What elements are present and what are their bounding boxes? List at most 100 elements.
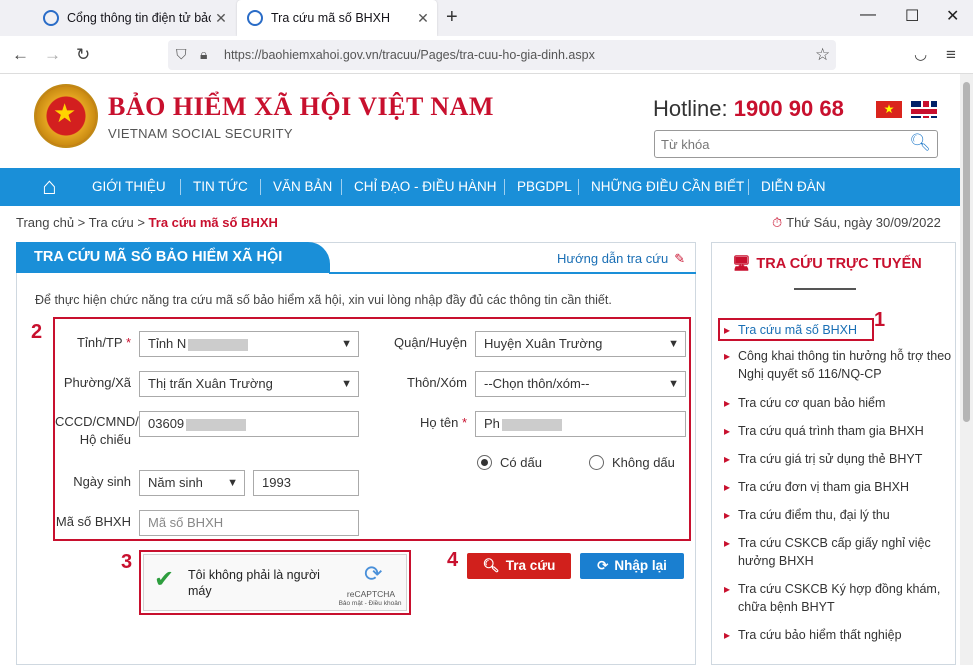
site-favicon-icon	[43, 10, 59, 26]
menu-item-introduction[interactable]: GIỚI THIỆU	[92, 168, 166, 206]
monitor-icon: 🖥︎	[732, 256, 751, 272]
clock-icon: ⏱	[772, 215, 783, 230]
sidebar-item-ssn-lookup[interactable]: Tra cứu mã số BHXH	[724, 321, 952, 339]
close-window-icon[interactable]: ✕	[946, 6, 959, 26]
recaptcha-brand: reCAPTCHA	[346, 589, 396, 599]
id-number-input[interactable]: 03609	[139, 411, 359, 437]
sidebar-item-support-disclosure[interactable]: Công khai thông tin hưởng hỗ trợ theo Ng…	[724, 347, 952, 383]
search-input[interactable]	[655, 131, 905, 157]
accent-off-radio[interactable]: Không dấu	[589, 455, 675, 470]
province-label: Tỉnh/TP *	[77, 335, 131, 350]
new-tab-icon[interactable]: +	[446, 6, 458, 29]
breadcrumb-lookup[interactable]: Tra cứu >	[89, 215, 145, 230]
sidebar-item-contract-facilities[interactable]: Tra cứu CSKCB Ký hợp đồng khám, chữa bện…	[724, 580, 952, 616]
browser-tab-bar: Cổng thông tin điện tử bảo hiểm ✕ Tra cứ…	[0, 0, 973, 36]
fullname-label: Họ tên *	[420, 415, 467, 430]
ssn-input[interactable]: Mã số BHXH	[139, 510, 359, 536]
close-tab-icon[interactable]: ✕	[211, 10, 231, 27]
shield-icon[interactable]: ⛉	[176, 46, 187, 63]
step-number-3: 3	[121, 551, 133, 573]
search-icon[interactable]: 🔍︎	[909, 133, 931, 153]
panel-title: TRA CỨU MÃ SỐ BẢO HIỂM XÃ HỘI	[16, 242, 330, 273]
lookup-guide-link[interactable]: Hướng dẫn tra cứu ✎	[557, 251, 685, 267]
village-label: Thôn/Xóm	[407, 375, 467, 390]
lookup-panel: TRA CỨU MÃ SỐ BẢO HIỂM XÃ HỘI Hướng dẫn …	[16, 242, 696, 665]
ward-select[interactable]: Thị trấn Xuân Trường ▼	[139, 371, 359, 397]
lock-icon[interactable]: 🔒︎	[200, 46, 207, 63]
district-label: Quận/Huyện	[394, 335, 467, 350]
close-tab-icon[interactable]: ✕	[413, 10, 433, 27]
menu-item-forum[interactable]: DIỄN ĐÀN	[761, 168, 826, 206]
breadcrumb-home[interactable]: Trang chủ >	[16, 215, 85, 230]
scrollbar-thumb[interactable]	[963, 82, 970, 422]
edit-note-icon: ✎	[674, 251, 686, 266]
menu-hamburger-icon[interactable]: ≡	[946, 45, 956, 65]
recaptcha-text[interactable]: Tôi không phải là người máy	[188, 567, 328, 599]
site-favicon-icon	[247, 10, 263, 26]
site-search: 🔍︎	[654, 130, 938, 158]
sidebar-item-unemployment-insurance[interactable]: Tra cứu bảo hiểm thất nghiệp	[724, 626, 952, 644]
browser-nav-bar: ← → ↻ ⛉ 🔒︎ https://baohiemxahoi.gov.vn/t…	[0, 36, 973, 74]
sidebar-item-collection-points[interactable]: Tra cứu điểm thu, đại lý thu	[724, 506, 952, 524]
national-emblem-icon	[34, 84, 98, 148]
menu-item-news[interactable]: TIN TỨC	[193, 168, 248, 206]
uk-flag-icon[interactable]	[911, 101, 937, 118]
home-icon[interactable]: ⌂	[42, 173, 57, 201]
menu-item-need-to-know[interactable]: NHỮNG ĐIỀU CẦN BIẾT	[591, 168, 744, 206]
tab-label: Cổng thông tin điện tử bảo hiểm	[67, 11, 211, 25]
dob-type-select[interactable]: Năm sinh ▼	[139, 470, 245, 496]
sidebar-item-insurance-office[interactable]: Tra cứu cơ quan bảo hiểm	[724, 394, 952, 412]
menu-item-documents[interactable]: VĂN BẢN	[273, 168, 332, 206]
main-menu: ⌂ GIỚI THIỆU TIN TỨC VĂN BẢN CHỈ ĐẠO - Đ…	[0, 168, 960, 206]
vietnam-flag-icon[interactable]: ★	[876, 101, 902, 118]
sidebar-item-sick-leave-facilities[interactable]: Tra cứu CSKCB cấp giấy nghỉ việc hưởng B…	[724, 534, 952, 570]
reset-button[interactable]: ⟳ Nhập lại	[580, 553, 684, 579]
menu-item-directives[interactable]: CHỈ ĐẠO - ĐIỀU HÀNH	[354, 168, 497, 206]
village-select[interactable]: --Chọn thôn/xóm-- ▼	[475, 371, 686, 397]
birth-year-input[interactable]: 1993	[253, 470, 359, 496]
browser-tab-lookup[interactable]: Tra cứu mã số BHXH ✕	[237, 0, 437, 36]
dob-label: Ngày sinh	[73, 474, 131, 489]
bookmark-star-icon[interactable]: ☆	[815, 45, 830, 65]
breadcrumb: Trang chủ > Tra cứu > Tra cứu mã số BHXH	[16, 215, 278, 230]
breadcrumb-current: Tra cứu mã số BHXH	[148, 215, 278, 230]
dropdown-caret-icon: ▼	[227, 477, 238, 489]
menu-separator	[260, 179, 261, 195]
district-select[interactable]: Huyện Xuân Trường ▼	[475, 331, 686, 357]
sidebar-item-participation-history[interactable]: Tra cứu quá trình tham gia BHXH	[724, 422, 952, 440]
menu-item-pbgdpl[interactable]: PBGDPL	[517, 168, 572, 206]
hotline-label: Hotline:	[653, 96, 728, 121]
site-brand[interactable]: BẢO HIỂM XÃ HỘI VIỆT NAM	[108, 92, 494, 122]
menu-separator	[748, 179, 749, 195]
menu-separator	[578, 179, 579, 195]
recaptcha-terms[interactable]: Bảo mật - Điều khoản	[330, 600, 410, 607]
province-select[interactable]: Tỉnh N ▼	[139, 331, 359, 357]
back-arrow-icon[interactable]: ←	[12, 45, 29, 65]
dropdown-caret-icon: ▼	[668, 378, 679, 390]
redacted-text	[186, 418, 247, 431]
hotline: Hotline: 1900 90 68	[653, 96, 844, 122]
step-number-4: 4	[447, 549, 459, 571]
sidebar-item-health-card-validity[interactable]: Tra cứu giá trị sử dụng thẻ BHYT	[724, 450, 952, 468]
recaptcha-widget: ✔ Tôi không phải là người máy ⟳ reCAPTCH…	[139, 550, 411, 615]
radio-unselected-icon	[589, 455, 604, 470]
pocket-icon[interactable]: ◡	[914, 45, 927, 63]
browser-tab-portal[interactable]: Cổng thông tin điện tử bảo hiểm ✕	[33, 0, 235, 36]
accent-on-radio[interactable]: Có dấu	[477, 455, 542, 470]
hotline-number: 1900 90 68	[733, 96, 844, 121]
recaptcha-box: ✔ Tôi không phải là người máy ⟳ reCAPTCH…	[143, 554, 407, 611]
minimize-icon[interactable]: —	[860, 6, 876, 24]
search-button[interactable]: 🔍︎ Tra cứu	[467, 553, 571, 579]
address-bar[interactable]: ⛉ 🔒︎ https://baohiemxahoi.gov.vn/tracuu/…	[168, 40, 836, 70]
fullname-input[interactable]: Ph	[475, 411, 686, 437]
recaptcha-logo-icon: ⟳	[364, 561, 383, 586]
reload-icon[interactable]: ↻	[76, 45, 90, 65]
url-text: https://baohiemxahoi.gov.vn/tracuu/Pages…	[224, 48, 595, 62]
radio-selected-icon	[477, 455, 492, 470]
sidebar-item-participating-units[interactable]: Tra cứu đơn vị tham gia BHXH	[724, 478, 952, 496]
maximize-icon[interactable]: ☐	[905, 6, 919, 26]
step-number-2: 2	[31, 321, 43, 343]
forward-arrow-icon[interactable]: →	[44, 45, 61, 65]
checkmark-icon[interactable]: ✔	[154, 565, 174, 594]
page-scrollbar[interactable]	[960, 74, 973, 665]
